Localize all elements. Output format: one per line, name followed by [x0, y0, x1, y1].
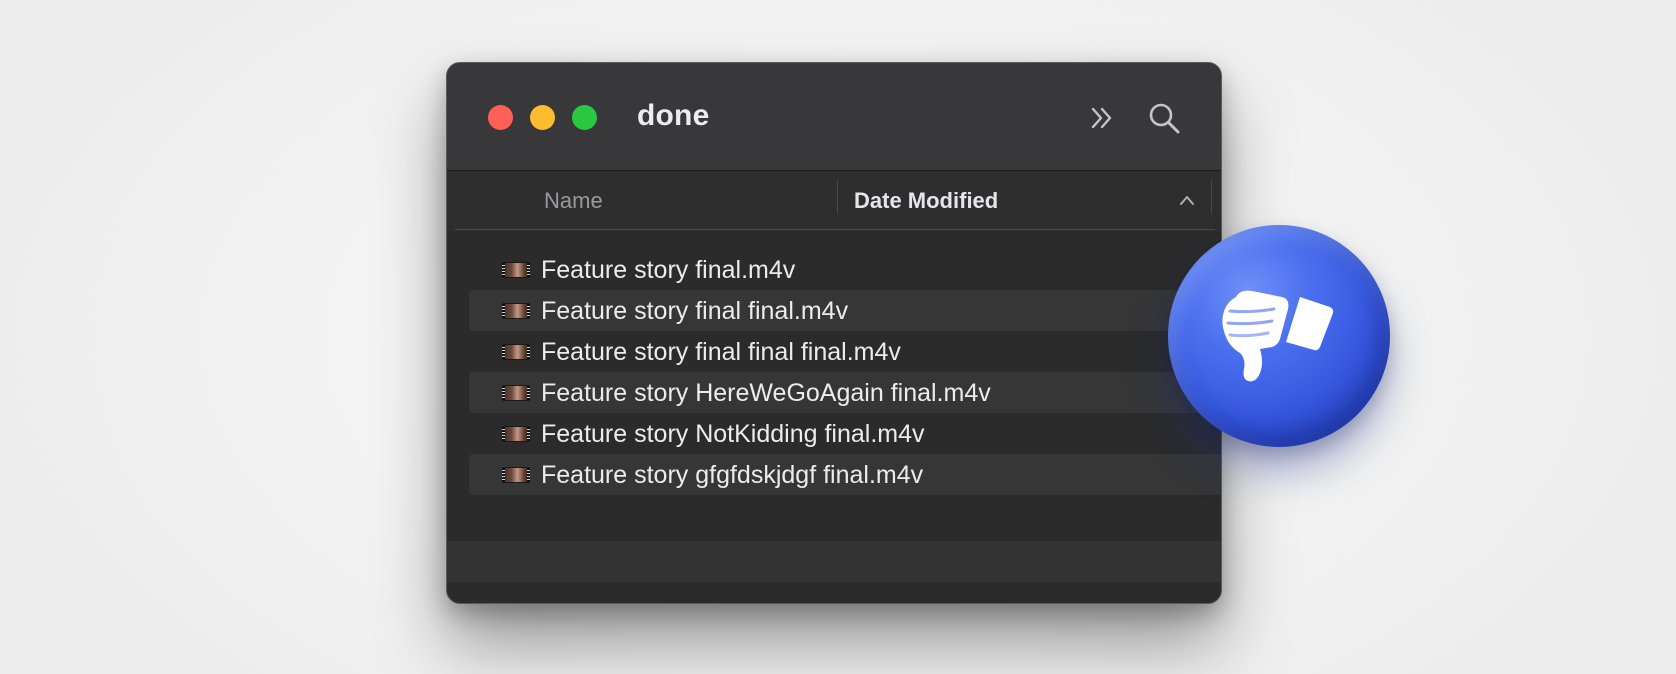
column-name-header[interactable]: Name	[544, 188, 603, 214]
video-file-icon	[502, 385, 530, 401]
list-item[interactable]: Feature story final final final.m4v	[469, 331, 1221, 372]
list-item[interactable]: Feature story HereWeGoAgain final.m4v	[469, 372, 1221, 413]
sort-ascending-chevron-icon[interactable]	[1179, 193, 1195, 207]
list-item[interactable]: Feature story NotKidding final.m4v	[469, 413, 1221, 454]
list-item[interactable]: Feature story gfgfdskjdgf final.m4v	[469, 454, 1221, 495]
empty-row	[447, 541, 1221, 582]
list-item[interactable]: Feature story final final.m4v	[469, 290, 1221, 331]
minimize-button[interactable]	[530, 105, 555, 130]
window-title: done	[637, 99, 710, 132]
video-file-icon	[502, 426, 530, 442]
file-name: Feature story HereWeGoAgain final.m4v	[541, 379, 991, 407]
title-bar: done	[447, 63, 1221, 171]
header-separator	[455, 229, 1215, 230]
list-item[interactable]: Feature story final.m4v	[469, 249, 1221, 290]
empty-list-area	[447, 500, 1221, 603]
search-icon[interactable]	[1147, 101, 1181, 135]
close-button[interactable]	[488, 105, 513, 130]
video-file-icon	[502, 467, 530, 483]
file-name: Feature story final.m4v	[541, 256, 796, 284]
video-file-icon	[502, 262, 530, 278]
column-divider[interactable]	[1211, 181, 1212, 213]
video-file-icon	[502, 303, 530, 319]
video-file-icon	[502, 344, 530, 360]
column-header: Name Date Modified	[447, 171, 1221, 231]
more-chevrons-icon[interactable]	[1085, 101, 1119, 135]
column-date-modified-header[interactable]: Date Modified	[854, 188, 998, 214]
empty-row	[447, 500, 1221, 541]
file-list: Feature story final.m4v Feature story fi…	[469, 249, 1221, 495]
dislike-badge	[1168, 225, 1390, 447]
file-name: Feature story NotKidding final.m4v	[541, 420, 925, 448]
finder-window: done Name Date Modified Feature story fi…	[446, 62, 1222, 604]
file-name: Feature story final final.m4v	[541, 297, 849, 325]
thumbs-down-icon	[1222, 290, 1334, 382]
file-name: Feature story gfgfdskjdgf final.m4v	[541, 461, 924, 489]
column-divider[interactable]	[837, 181, 838, 213]
file-name: Feature story final final final.m4v	[541, 338, 901, 366]
zoom-button[interactable]	[572, 105, 597, 130]
